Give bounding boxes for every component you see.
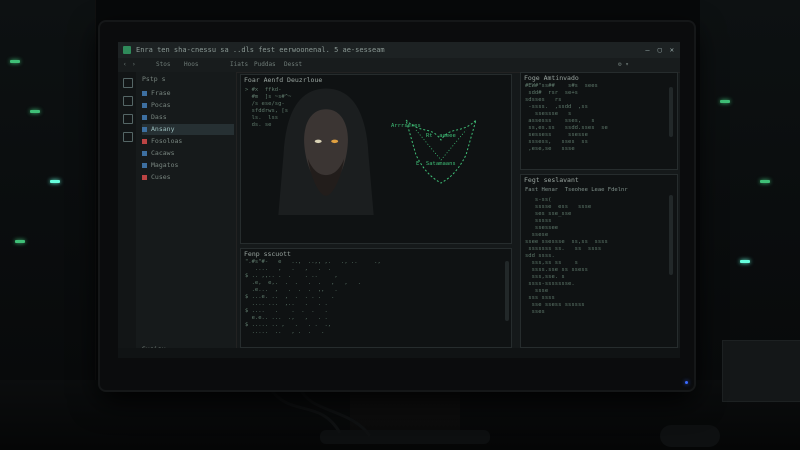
terminal-scrollbar[interactable] bbox=[505, 261, 509, 321]
sidebar-item-label: Cuses bbox=[151, 173, 171, 181]
sidebar-item-label: Dass bbox=[151, 113, 167, 121]
window-titlebar: Enra ten sha-cnessu sa ..dls fest eerwoo… bbox=[118, 42, 680, 58]
image-panel-title: Foar Aenfd Deuzrloue bbox=[244, 76, 323, 84]
sidebar-item[interactable]: Cacaws bbox=[142, 148, 234, 159]
power-led bbox=[685, 381, 688, 384]
home-icon[interactable] bbox=[123, 114, 133, 124]
folder-icon bbox=[142, 90, 147, 96]
right-bottom-subtitle: Fast Henar Tseohee Leae Fdelnr bbox=[525, 187, 628, 193]
minimize-button[interactable]: — bbox=[645, 42, 649, 58]
annotation-label: Rt aaeee bbox=[426, 133, 456, 139]
rack-led bbox=[760, 180, 770, 183]
annotation-label: E Satamaans bbox=[416, 161, 456, 167]
forward-icon[interactable]: › bbox=[132, 58, 136, 72]
hardware-box bbox=[722, 340, 800, 402]
right-top-scrollbar[interactable] bbox=[669, 87, 673, 137]
toolbar-item[interactable]: Stos bbox=[156, 58, 170, 72]
sidebar: Pstp s Frase Pocas Dass Ansany Fosoloas … bbox=[118, 72, 237, 358]
rack-led bbox=[10, 60, 20, 63]
right-top-panel: Foge Amtinvado #EW#"ss## s#s sees sdd# r… bbox=[520, 72, 678, 170]
screen: Enra ten sha-cnessu sa ..dls fest eerwoo… bbox=[118, 42, 680, 358]
server-rack bbox=[0, 0, 96, 380]
files-icon[interactable] bbox=[123, 132, 133, 142]
sidebar-item-label: Frase bbox=[151, 89, 171, 97]
sidebar-item[interactable]: Magatos bbox=[142, 160, 234, 171]
window-title: Enra ten sha-cnessu sa ..dls fest eerwoo… bbox=[136, 46, 385, 54]
rack-led bbox=[50, 180, 60, 183]
cables bbox=[268, 388, 372, 437]
folder-icon bbox=[142, 114, 147, 120]
toolbar-item[interactable]: Hoos bbox=[184, 58, 198, 72]
sidebar-item-selected[interactable]: Ansany bbox=[142, 124, 234, 135]
folder-icon bbox=[142, 102, 147, 108]
file-icon bbox=[142, 174, 147, 180]
rack-led bbox=[740, 260, 750, 263]
sidebar-item-label: Pocas bbox=[151, 101, 171, 109]
image-panel: Foar Aenfd Deuzrloue > #x ffkd- #m ]s ~s… bbox=[240, 74, 512, 244]
maximize-button[interactable]: ▢ bbox=[658, 42, 662, 58]
right-bottom-scrollbar[interactable] bbox=[669, 195, 673, 275]
right-bottom-panel: Fegt seslavant Fast Henar Tseohee Leae F… bbox=[520, 174, 678, 348]
terminal-panel: Fenp sscuott ".#s"#- e .., ..,, ,. ., ..… bbox=[240, 248, 512, 348]
sidebar-item-label: Ansany bbox=[151, 125, 175, 133]
sidebar-item[interactable]: Pocas bbox=[142, 100, 234, 111]
annotation-label: Arrrseres bbox=[391, 123, 421, 129]
sidebar-item[interactable]: Cuses bbox=[142, 172, 234, 183]
server-rack bbox=[700, 0, 800, 380]
file-icon bbox=[142, 162, 147, 168]
folder-icon bbox=[142, 126, 147, 132]
sidebar-item-label: Magatos bbox=[151, 161, 179, 169]
back-icon[interactable]: ‹ bbox=[123, 58, 127, 72]
right-top-code: #EW#"ss## s#s sees sdd# rsr se+s sdsses … bbox=[525, 83, 608, 152]
right-bottom-code: s-ss( sssse ess ssse ses sse_sse sssss s… bbox=[525, 197, 608, 315]
terminal-output: ".#s"#- e .., ..,, ,. ., .. ., .... , . … bbox=[245, 259, 381, 335]
close-button[interactable]: ✕ bbox=[670, 42, 674, 58]
sidebar-header: Pstp s bbox=[142, 75, 166, 83]
rack-led bbox=[720, 100, 730, 103]
right-bottom-title: Fegt seslavant bbox=[524, 176, 579, 184]
sidebar-item[interactable]: Dass bbox=[142, 112, 234, 123]
toolbar: ‹ › Stos Hoos Iiats Puddas Desst ⚙ ▾ bbox=[118, 58, 680, 73]
right-top-title: Foge Amtinvado bbox=[524, 74, 579, 82]
status-bar bbox=[118, 348, 680, 358]
settings-icon[interactable]: ⚙ ▾ bbox=[618, 58, 629, 72]
toolbar-item[interactable]: Desst bbox=[284, 58, 302, 72]
explorer-icon[interactable] bbox=[123, 78, 133, 88]
search-icon[interactable] bbox=[123, 96, 133, 106]
mouse bbox=[660, 425, 720, 447]
toolbar-item[interactable]: Iiats bbox=[230, 58, 248, 72]
overlay-code: > #x ffkd- #m ]s ~s#^~ /s ese/sg- sfddrw… bbox=[245, 87, 292, 128]
rack-led bbox=[30, 110, 40, 113]
sidebar-item[interactable]: Fosoloas bbox=[142, 136, 234, 147]
toolbar-item[interactable]: Puddas bbox=[254, 58, 276, 72]
file-icon bbox=[142, 150, 147, 156]
scene: Enra ten sha-cnessu sa ..dls fest eerwoo… bbox=[0, 0, 800, 450]
rack-led bbox=[15, 240, 25, 243]
activity-bar bbox=[118, 72, 136, 358]
app-logo-icon bbox=[123, 46, 131, 54]
terminal-title: Fenp sscuott bbox=[244, 250, 291, 258]
sidebar-item-label: Fosoloas bbox=[151, 137, 183, 145]
file-icon bbox=[142, 138, 147, 144]
sidebar-item[interactable]: Frase bbox=[142, 88, 234, 99]
sidebar-item-label: Cacaws bbox=[151, 149, 175, 157]
